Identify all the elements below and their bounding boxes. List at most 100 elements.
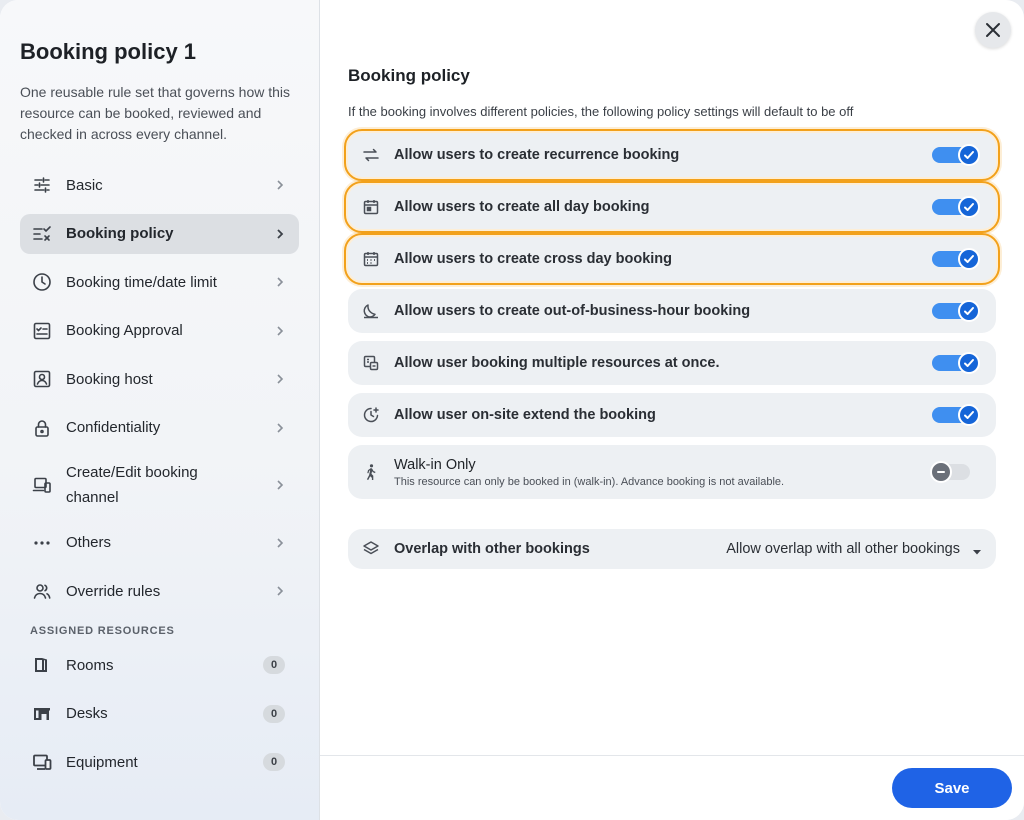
host-icon	[32, 369, 52, 389]
walk-in-toggle[interactable]	[930, 461, 970, 483]
clock-icon	[32, 272, 52, 292]
desk-icon	[32, 704, 52, 724]
sidebar-item-booking-time-limit[interactable]: Booking time/date limit	[20, 262, 299, 302]
save-button[interactable]: Save	[892, 768, 1012, 808]
out-of-hours-toggle[interactable]	[932, 300, 980, 322]
chevron-right-icon	[273, 178, 287, 192]
sidebar-item-label: Confidentiality	[66, 419, 161, 436]
setting-row-cross-day: Allow users to create cross day booking	[344, 233, 1000, 285]
policy-settings-list: Allow users to create recurrence booking…	[344, 129, 1000, 499]
page-title: Booking policy	[348, 66, 470, 85]
more-icon	[32, 533, 52, 553]
policy-description: If the booking involves different polici…	[348, 104, 854, 119]
chevron-right-icon	[273, 478, 287, 492]
close-button[interactable]	[975, 12, 1011, 48]
setting-label: Allow users to create out-of-business-ho…	[394, 303, 751, 319]
setting-label: Allow user on-site extend the booking	[394, 407, 656, 423]
walking-icon	[362, 463, 380, 481]
sidebar-item-label: Override rules	[66, 582, 161, 600]
repeat-icon	[362, 146, 380, 164]
setting-row-onsite-extend: Allow user on-site extend the booking	[348, 393, 996, 437]
sidebar-nav: Basic Booking policy Booking time/date l…	[20, 165, 299, 611]
setting-row-out-of-hours: Allow users to create out-of-business-ho…	[348, 289, 996, 333]
sidebar: Booking policy 1 One reusable rule set t…	[0, 0, 320, 820]
moon-icon	[362, 302, 380, 320]
sidebar-item-label: Booking host	[66, 370, 153, 388]
onsite-extend-toggle[interactable]	[932, 404, 980, 426]
sidebar-item-others[interactable]: Others	[20, 523, 299, 563]
overlap-selected-value: Allow overlap with all other bookings	[726, 541, 960, 557]
overlap-dropdown[interactable]: Allow overlap with all other bookings	[726, 541, 982, 557]
sidebar-item-booking-policy[interactable]: Booking policy	[20, 213, 299, 254]
close-icon	[986, 23, 1000, 37]
caret-down-icon	[972, 544, 982, 555]
chevron-right-icon	[273, 372, 287, 386]
list-check-icon	[32, 224, 52, 244]
sidebar-item-label: Others	[66, 534, 112, 551]
assigned-resources-heading: ASSIGNED RESOURCES	[30, 625, 175, 637]
count-badge: 0	[263, 704, 285, 723]
layers-icon	[362, 540, 380, 558]
setting-row-all-day: Allow users to create all day booking	[344, 181, 1000, 233]
sidebar-item-confidentiality[interactable]: Confidentiality	[20, 408, 299, 448]
check-icon	[958, 144, 980, 166]
setting-row-walk-in: Walk-in Only This resource can only be b…	[348, 445, 996, 499]
chevron-right-icon	[273, 324, 287, 338]
sidebar-item-label: Basic	[66, 176, 103, 194]
multiple-resources-toggle[interactable]	[932, 352, 980, 374]
chevron-right-icon	[273, 227, 287, 241]
check-icon	[958, 404, 980, 426]
sliders-icon	[32, 175, 52, 195]
chevron-right-icon	[273, 421, 287, 435]
count-badge: 0	[263, 753, 285, 771]
check-icon	[958, 352, 980, 374]
chevron-right-icon	[273, 275, 287, 289]
resource-item-equipment[interactable]: Equipment 0	[20, 742, 299, 782]
sidebar-title: Booking policy 1	[20, 39, 197, 64]
sidebar-item-basic[interactable]: Basic	[20, 165, 299, 205]
setting-label: Walk-in Only	[394, 456, 476, 473]
count-badge: 0	[263, 656, 285, 674]
modal-footer: Save	[320, 755, 1024, 820]
sidebar-item-override-rules[interactable]: Override rules	[20, 571, 299, 611]
resource-item-rooms[interactable]: Rooms 0	[20, 645, 299, 685]
lock-icon	[32, 418, 52, 438]
sidebar-item-booking-host[interactable]: Booking host	[20, 359, 299, 399]
clock-plus-icon	[362, 406, 380, 424]
setting-sublabel: This resource can only be booked in (wal…	[394, 475, 785, 488]
setting-label: Allow users to create cross day booking	[394, 251, 672, 267]
resource-label: Rooms	[66, 656, 114, 674]
sidebar-description: One reusable rule set that governs how t…	[20, 84, 291, 142]
setting-label: Allow users to create all day booking	[394, 199, 650, 215]
equipment-icon	[32, 752, 52, 772]
calendar-icon	[362, 250, 380, 268]
sidebar-item-label: Booking time/date limit	[66, 273, 217, 291]
setting-row-recurrence: Allow users to create recurrence booking	[344, 129, 1000, 181]
sidebar-item-booking-channel[interactable]: Create/Edit booking channel	[20, 456, 299, 514]
overlap-setting-row: Overlap with other bookings Allow overla…	[348, 529, 996, 569]
sidebar-item-label: Booking policy	[66, 225, 174, 242]
cross-day-toggle[interactable]	[932, 248, 980, 270]
check-icon	[958, 300, 980, 322]
devices-icon	[32, 475, 52, 495]
door-icon	[32, 655, 52, 675]
setting-label: Allow user booking multiple resources at…	[394, 355, 720, 371]
chevron-right-icon	[273, 584, 287, 598]
approval-icon	[32, 321, 52, 341]
resource-item-desks[interactable]: Desks 0	[20, 694, 299, 734]
overlap-label: Overlap with other bookings	[394, 541, 590, 557]
booking-policy-modal: Booking policy 1 One reusable rule set t…	[0, 0, 1024, 820]
setting-label: Allow users to create recurrence booking	[394, 147, 680, 163]
main-panel: Booking policy If the booking involves d…	[320, 0, 1024, 820]
multi-resource-icon	[362, 354, 380, 372]
calendar-day-icon	[362, 198, 380, 216]
recurrence-toggle[interactable]	[932, 144, 980, 166]
chevron-right-icon	[273, 536, 287, 550]
setting-row-multiple-resources: Allow user booking multiple resources at…	[348, 341, 996, 385]
all-day-toggle[interactable]	[932, 196, 980, 218]
minus-icon	[930, 461, 952, 483]
sidebar-item-booking-approval[interactable]: Booking Approval	[20, 311, 299, 351]
policy-content: Booking policy If the booking involves d…	[344, 66, 1000, 569]
sidebar-item-label: Create/Edit booking channel	[66, 464, 198, 506]
resource-label: Desks	[66, 705, 108, 722]
